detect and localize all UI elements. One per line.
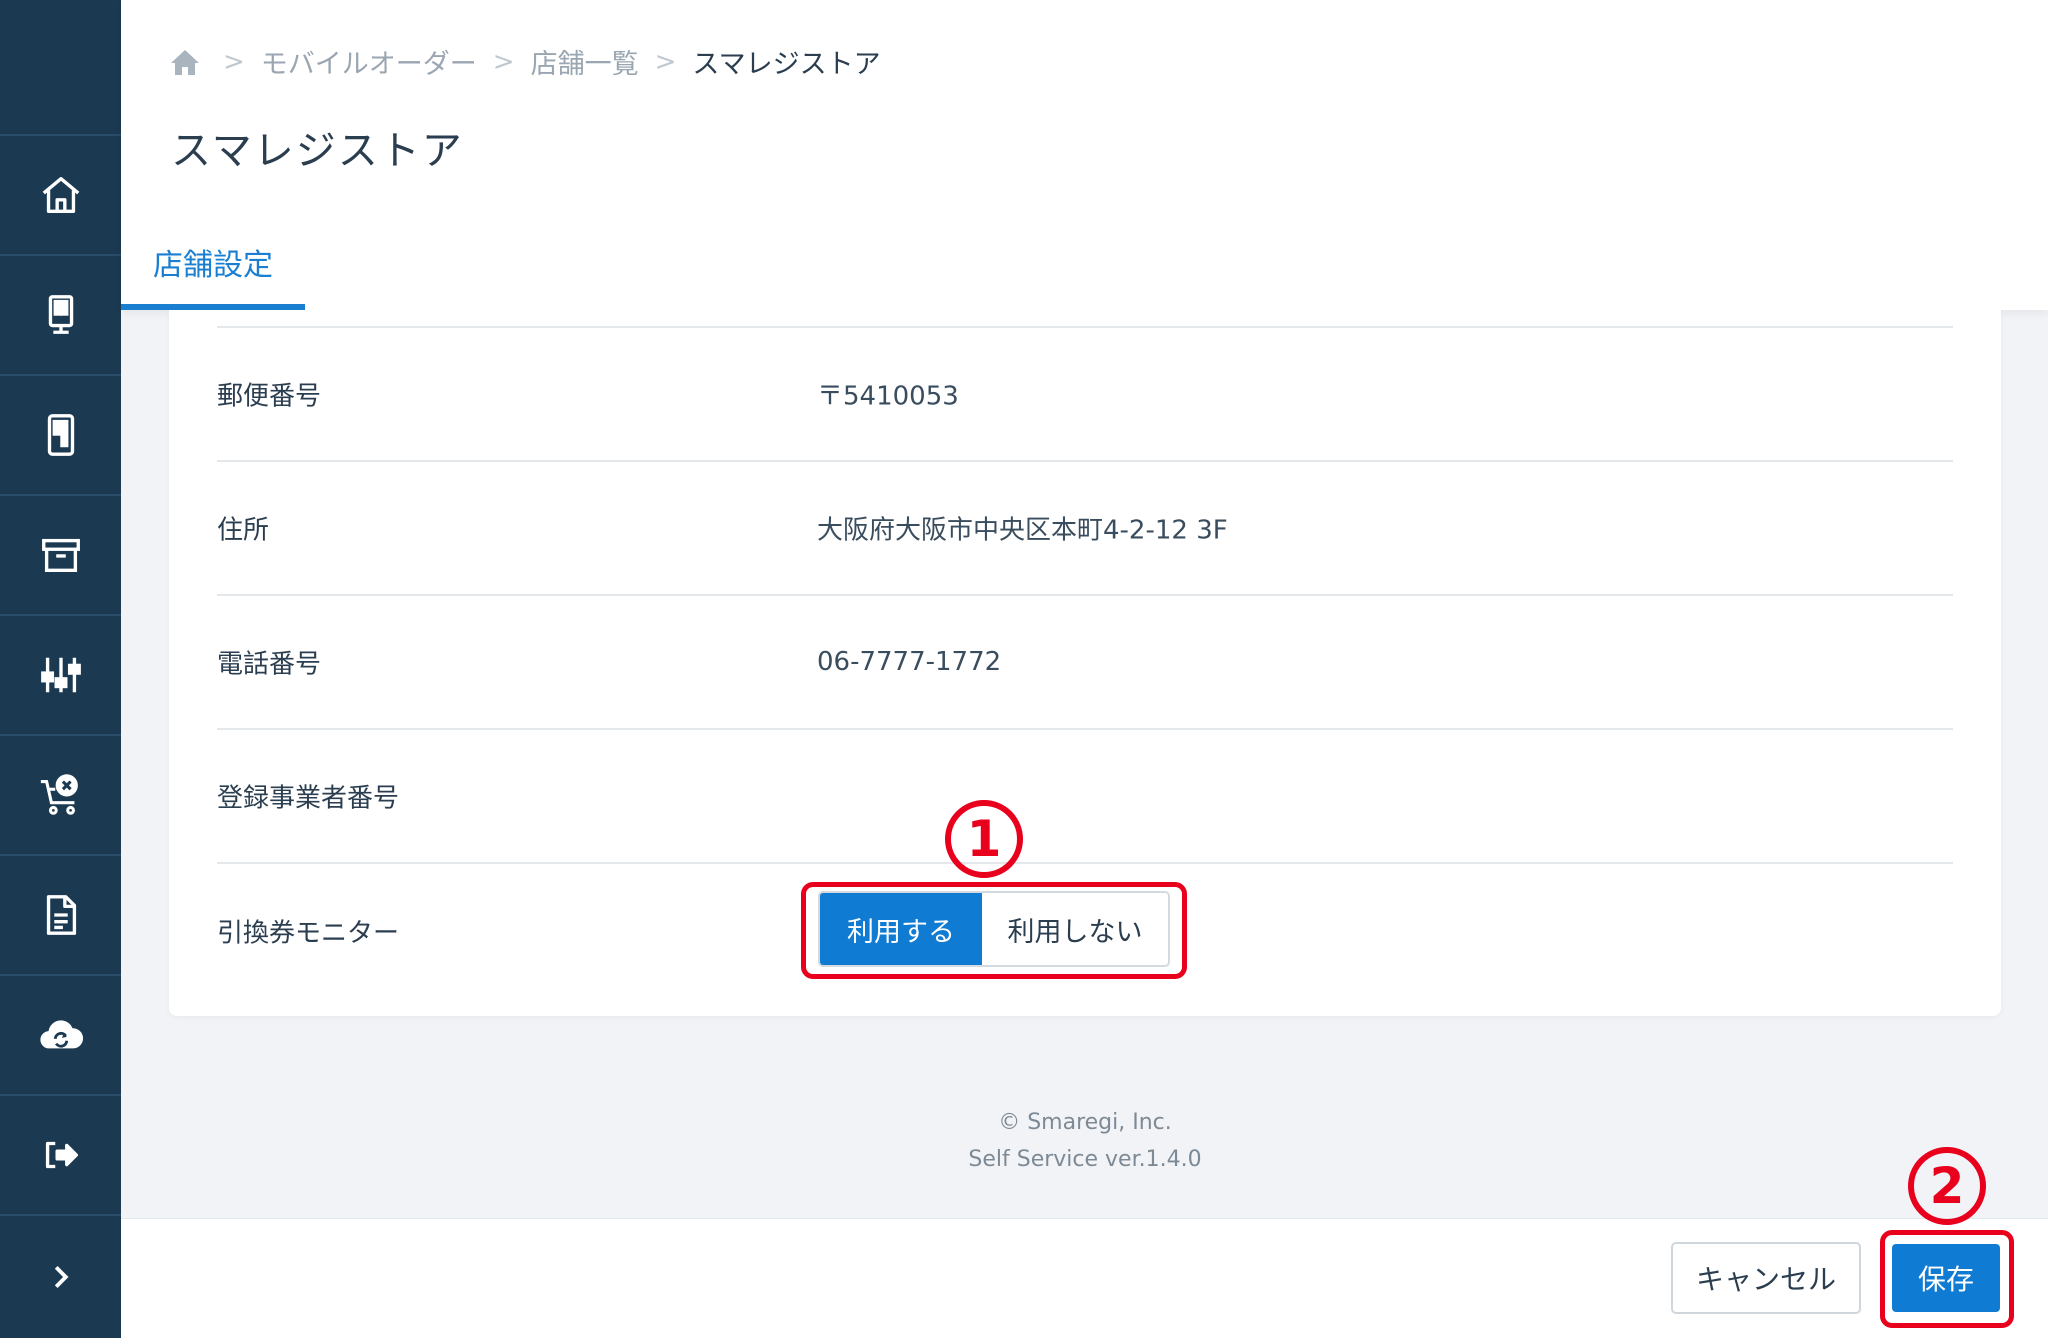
sliders-icon	[40, 657, 81, 693]
annotation-box-toggle	[801, 882, 1187, 979]
field-label: 引換券モニター	[217, 918, 400, 949]
cloud-sync-icon	[39, 1020, 83, 1049]
breadcrumb-current: スマレジストア	[692, 49, 881, 80]
tablet-icon	[47, 414, 74, 456]
cart-cancel-icon	[40, 774, 78, 815]
chevron-right-icon	[54, 1266, 69, 1288]
sidebar	[0, 0, 121, 1338]
breadcrumb-link[interactable]: 店舗一覧	[531, 42, 639, 81]
annotation-step-2: 2	[1908, 1147, 1986, 1225]
sidebar-top	[0, 0, 121, 134]
annotation-step-1: 1	[945, 800, 1023, 878]
sidebar-item-kiosk[interactable]	[0, 254, 121, 374]
sidebar-item-sync[interactable]	[0, 974, 121, 1094]
annotation-box-save	[1880, 1230, 2014, 1328]
breadcrumb-link[interactable]: モバイルオーダー	[261, 42, 477, 81]
logout-icon	[45, 1141, 78, 1169]
copyright-text: © Smaregi, Inc.	[998, 1110, 1172, 1135]
sidebar-item-logout[interactable]	[0, 1094, 121, 1214]
sidebar-expand-button[interactable]	[0, 1214, 121, 1338]
kiosk-icon	[48, 295, 73, 334]
breadcrumb-separator: >	[223, 46, 245, 77]
breadcrumb: > モバイルオーダー > 店舗一覧 > スマレジストア	[169, 42, 881, 81]
sidebar-item-cart[interactable]	[0, 734, 121, 854]
field-label: 電話番号	[217, 649, 322, 680]
document-icon	[46, 895, 76, 935]
settings-row-address: 住所 大阪府大阪市中央区本町4-2-12 3F	[217, 462, 1953, 596]
field-value: 06-7777-1772	[817, 647, 1002, 677]
field-value: 大阪府大阪市中央区本町4-2-12 3F	[817, 515, 1228, 546]
page-header: > モバイルオーダー > 店舗一覧 > スマレジストア スマレジストア 店舗設定	[121, 0, 2048, 310]
field-value: 〒5410053	[817, 381, 959, 412]
archive-icon	[41, 538, 80, 573]
sidebar-item-document[interactable]	[0, 854, 121, 974]
breadcrumb-separator: >	[654, 46, 677, 77]
settings-row-phone: 電話番号 06-7777-1772	[217, 596, 1953, 730]
field-label: 登録事業者番号	[217, 783, 400, 814]
page-title: スマレジストア	[171, 128, 464, 174]
sidebar-item-tablet[interactable]	[0, 374, 121, 494]
tab-store-settings[interactable]: 店舗設定	[121, 232, 305, 310]
breadcrumb-separator: >	[492, 46, 515, 77]
settings-row-postal: 郵便番号 〒5410053	[217, 328, 1953, 462]
home-icon	[42, 177, 79, 213]
sidebar-item-archive[interactable]	[0, 494, 121, 614]
settings-row-business-number: 登録事業者番号	[217, 730, 1953, 864]
field-label: 郵便番号	[217, 381, 322, 412]
version-text: Self Service ver.1.4.0	[968, 1147, 1202, 1172]
field-label: 住所	[217, 515, 270, 546]
sidebar-item-home[interactable]	[0, 134, 121, 254]
sidebar-item-settings[interactable]	[0, 614, 121, 734]
home-icon[interactable]	[169, 47, 201, 77]
cancel-button[interactable]: キャンセル	[1671, 1242, 1861, 1314]
